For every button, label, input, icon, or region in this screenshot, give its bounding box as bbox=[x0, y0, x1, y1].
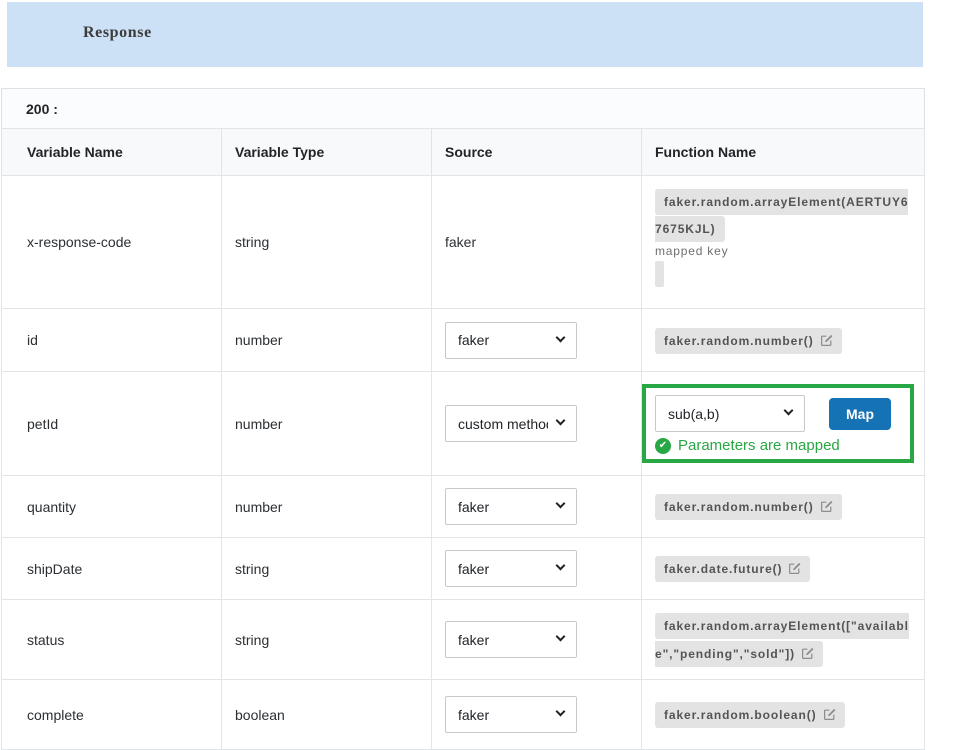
table-header: Variable Name Variable Type Source Funct… bbox=[2, 129, 925, 176]
variable-type-cell: boolean bbox=[222, 680, 432, 750]
edit-icon bbox=[788, 562, 801, 575]
function-cell: faker.random.number() bbox=[642, 476, 925, 538]
function-wrap: faker.random.number() bbox=[655, 493, 911, 520]
source-select[interactable]: faker bbox=[445, 488, 577, 525]
response-panel-header[interactable]: Response bbox=[7, 2, 923, 67]
function-wrap: faker.random.arrayElement(AERTUY67675KJL… bbox=[655, 188, 911, 296]
method-select-wrap: sub(a,b) bbox=[655, 395, 805, 432]
source-cell: custom method bbox=[432, 372, 642, 476]
source-cell: faker bbox=[432, 680, 642, 750]
variable-name-cell: id bbox=[2, 309, 222, 372]
function-badge: faker.random.number() bbox=[655, 328, 842, 354]
function-badge-text: faker.random.arrayElement(AERTUY67675KJL… bbox=[655, 195, 908, 236]
function-badge: faker.random.boolean() bbox=[655, 702, 845, 728]
source-select-wrap: custom method bbox=[445, 405, 577, 442]
table-row: completeboolean faker faker.random.boolean… bbox=[2, 680, 925, 750]
source-select-wrap: faker bbox=[445, 696, 577, 733]
function-wrap: faker.random.boolean() bbox=[655, 701, 911, 728]
function-wrap: faker.date.future() bbox=[655, 555, 911, 582]
function-badge-text: faker.random.arrayElement(["available","… bbox=[655, 619, 909, 660]
table-row: shipDatestring faker faker.date.future() bbox=[2, 538, 925, 600]
function-badge: faker.random.arrayElement(["available","… bbox=[655, 613, 909, 666]
mapping-box: sub(a,b) Map ✔ Parameters are mapped bbox=[642, 384, 914, 463]
map-button[interactable]: Map bbox=[829, 398, 891, 430]
source-select[interactable]: faker bbox=[445, 550, 577, 587]
mapping-status: ✔ Parameters are mapped bbox=[655, 437, 901, 454]
variable-name-cell: quantity bbox=[2, 476, 222, 538]
edit-icon-button[interactable] bbox=[795, 647, 814, 661]
source-select[interactable]: faker bbox=[445, 621, 577, 658]
variable-name-cell: shipDate bbox=[2, 538, 222, 600]
source-cell: faker bbox=[432, 309, 642, 372]
function-badge: faker.date.future() bbox=[655, 556, 810, 582]
variable-type-cell: number bbox=[222, 372, 432, 476]
function-badge: faker.random.arrayElement(AERTUY67675KJL… bbox=[655, 189, 908, 242]
source-cell: faker bbox=[432, 476, 642, 538]
table-row: idnumber faker faker.random.number() bbox=[2, 309, 925, 372]
response-section: 200 : Variable Name Variable Type Source… bbox=[1, 88, 925, 750]
col-header-source: Source bbox=[432, 129, 642, 176]
variable-type-cell: number bbox=[222, 309, 432, 372]
source-select-wrap: faker bbox=[445, 322, 577, 359]
function-cell: faker.random.boolean() bbox=[642, 680, 925, 750]
source-select-wrap: faker bbox=[445, 488, 577, 525]
mapping-controls: sub(a,b) Map bbox=[655, 395, 901, 432]
function-badge-text: faker.random.number() bbox=[664, 334, 814, 348]
function-wrap: faker.random.arrayElement(["available","… bbox=[655, 612, 911, 667]
source-select-wrap: faker bbox=[445, 621, 577, 658]
function-cell: faker.random.number() bbox=[642, 309, 925, 372]
variables-table: Variable Name Variable Type Source Funct… bbox=[1, 128, 925, 750]
variable-name-cell: status bbox=[2, 600, 222, 680]
source-cell: faker bbox=[432, 538, 642, 600]
table-row: statusstring faker faker.random.arrayEleme… bbox=[2, 600, 925, 680]
table-row: x-response-codestring faker faker.random.a… bbox=[2, 176, 925, 309]
edit-icon-button[interactable] bbox=[814, 500, 833, 514]
function-badge-text: faker.random.number() bbox=[664, 500, 814, 514]
source-cell: faker bbox=[432, 600, 642, 680]
variable-type-cell: string bbox=[222, 176, 432, 309]
page: Response 200 : Variable Name Variable Ty… bbox=[0, 2, 957, 750]
variable-name-cell: petId bbox=[2, 372, 222, 476]
edit-icon bbox=[820, 334, 833, 347]
variable-type-cell: string bbox=[222, 600, 432, 680]
source-select[interactable]: faker bbox=[445, 696, 577, 733]
variable-type-cell: number bbox=[222, 476, 432, 538]
source-select[interactable]: custom method bbox=[445, 405, 577, 442]
status-code-label: 200 : bbox=[1, 88, 925, 128]
function-cell: faker.random.arrayElement(["available","… bbox=[642, 600, 925, 680]
empty-badge bbox=[655, 261, 664, 287]
function-cell: faker.date.future() bbox=[642, 538, 925, 600]
panel-title: Response bbox=[83, 24, 152, 41]
function-wrap: faker.random.number() bbox=[655, 327, 911, 354]
col-header-function-name: Function Name bbox=[642, 129, 925, 176]
source-cell: faker bbox=[432, 176, 642, 309]
col-header-variable-type: Variable Type bbox=[222, 129, 432, 176]
table-body: x-response-codestringfakerfaker.random.a… bbox=[2, 176, 925, 750]
edit-icon-button[interactable] bbox=[814, 334, 833, 348]
mapped-key-note: mapped key bbox=[655, 244, 911, 260]
variable-name-cell: x-response-code bbox=[2, 176, 222, 309]
function-badge-text: faker.random.boolean() bbox=[664, 708, 817, 722]
edit-icon bbox=[820, 500, 833, 513]
variable-type-cell: string bbox=[222, 538, 432, 600]
mapping-status-text: Parameters are mapped bbox=[678, 437, 840, 454]
edit-icon-button[interactable] bbox=[782, 562, 801, 576]
function-cell: sub(a,b) Map ✔ Parameters are mapped bbox=[642, 372, 925, 476]
source-select[interactable]: faker bbox=[445, 322, 577, 359]
source-text: faker bbox=[445, 234, 476, 250]
col-header-variable-name: Variable Name bbox=[2, 129, 222, 176]
check-circle-icon: ✔ bbox=[655, 438, 671, 454]
table-row: petIdnumber custom method sub(a,b) Map ✔ Para… bbox=[2, 372, 925, 476]
method-select[interactable]: sub(a,b) bbox=[655, 395, 805, 432]
edit-icon bbox=[823, 708, 836, 721]
function-badge-text: faker.date.future() bbox=[664, 562, 782, 576]
source-select-wrap: faker bbox=[445, 550, 577, 587]
edit-icon-button[interactable] bbox=[817, 708, 836, 722]
edit-icon bbox=[801, 647, 814, 660]
table-row: quantitynumber faker faker.random.number() bbox=[2, 476, 925, 538]
function-cell: faker.random.arrayElement(AERTUY67675KJL… bbox=[642, 176, 925, 309]
variable-name-cell: complete bbox=[2, 680, 222, 750]
function-badge: faker.random.number() bbox=[655, 494, 842, 520]
